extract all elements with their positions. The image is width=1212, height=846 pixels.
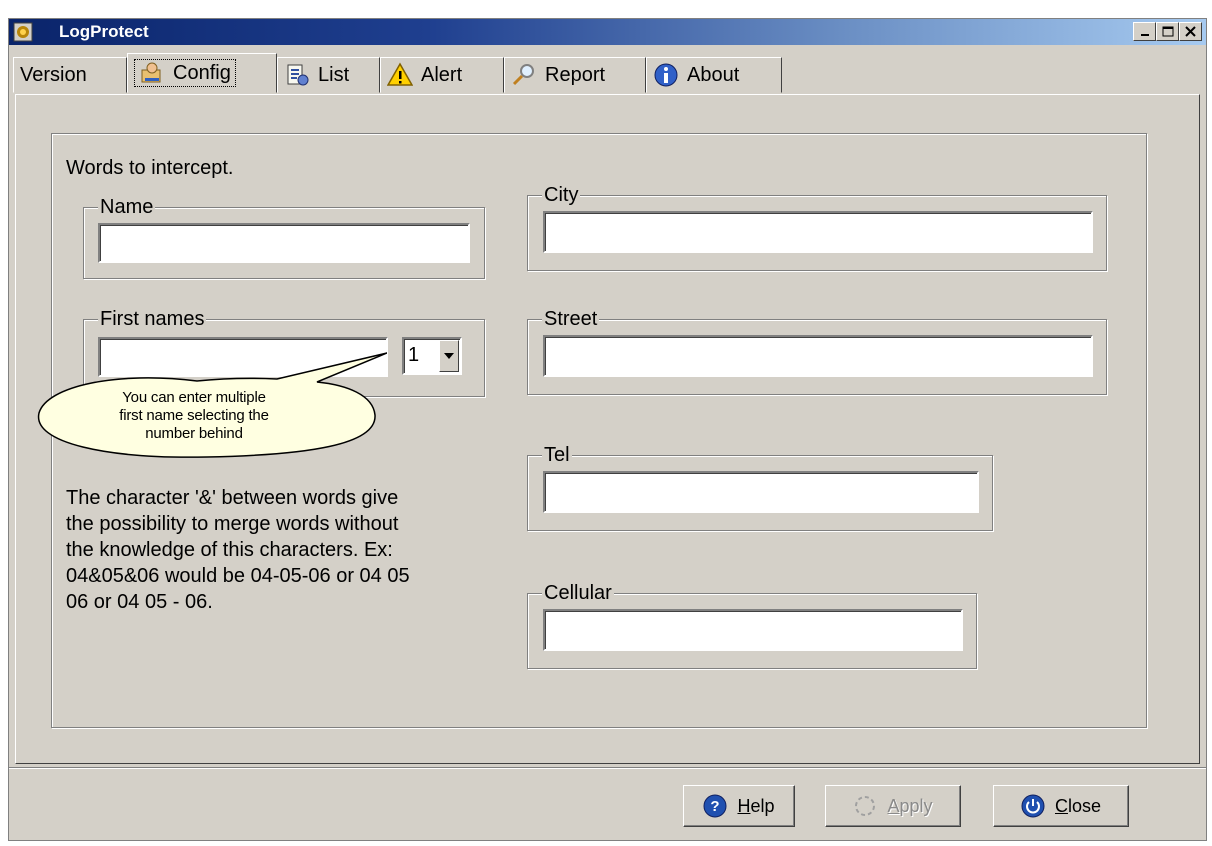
close-window-button[interactable]	[1179, 22, 1202, 41]
tab-label: Alert	[421, 63, 463, 86]
name-input[interactable]	[98, 223, 470, 263]
close-button[interactable]: Close	[993, 785, 1129, 827]
close-button-label: Close	[1054, 795, 1102, 816]
help-line: 06 or 04 05 - 06.	[66, 591, 213, 613]
alert-icon	[387, 62, 413, 86]
tooltip-line: number behind	[145, 425, 243, 442]
info-icon	[654, 63, 678, 87]
cellular-input[interactable]	[543, 609, 963, 651]
title-bar[interactable]: LogProtect	[9, 19, 1206, 45]
tab-label: Report	[545, 63, 606, 86]
cellular-label: Cellular	[542, 582, 614, 604]
street-input[interactable]	[543, 335, 1093, 377]
maximize-button[interactable]	[1156, 22, 1179, 41]
help-button-label: Help	[737, 795, 775, 816]
logprotect-window: LogProtect Version Config List Alert Rep…	[8, 18, 1207, 841]
apply-icon	[855, 796, 876, 816]
first-names-count-select[interactable]: 1	[402, 337, 462, 375]
apply-button-label: Apply	[887, 795, 933, 816]
apply-button[interactable]: Apply	[825, 785, 961, 827]
tab-label: Version	[20, 63, 87, 86]
tab-label: List	[318, 63, 350, 86]
cellular-group: Cellular	[527, 582, 977, 669]
street-label: Street	[542, 308, 600, 330]
tab-list[interactable]: List	[277, 57, 380, 93]
minimize-icon	[1140, 33, 1149, 36]
intro-label: Words to intercept.	[66, 157, 234, 179]
list-icon	[287, 64, 309, 86]
help-line: the knowledge of this characters. Ex:	[66, 539, 393, 561]
search-icon	[512, 64, 534, 86]
tab-report[interactable]: Report	[504, 57, 646, 93]
city-group: City	[527, 184, 1107, 271]
help-text: The character '&' between words give the…	[66, 485, 506, 615]
name-label: Name	[98, 196, 156, 218]
tel-input[interactable]	[543, 471, 979, 513]
maximize-icon	[1162, 26, 1173, 37]
help-line: the possibility to merge words without	[66, 513, 399, 535]
tooltip-line: You can enter multiple	[122, 389, 266, 406]
tab-label: Config	[173, 61, 231, 84]
power-icon	[1021, 794, 1045, 818]
tab-alert[interactable]: Alert	[380, 57, 504, 93]
street-group: Street	[527, 308, 1107, 395]
help-button[interactable]: ? Help	[683, 785, 795, 827]
tab-label: About	[687, 63, 740, 86]
help-line: 04&05&06 would be 04-05-06 or 04 05	[66, 565, 410, 587]
tooltip-line: first name selecting the	[119, 407, 269, 424]
tab-version[interactable]: Version	[13, 57, 127, 93]
tab-config[interactable]: Config	[127, 53, 277, 93]
tooltip-text: You can enter multiple first name select…	[59, 389, 329, 443]
tel-label: Tel	[542, 444, 572, 466]
app-icon	[13, 22, 33, 42]
help-line: The character '&' between words give	[66, 487, 399, 509]
tel-group: Tel	[527, 444, 993, 531]
minimize-button[interactable]	[1133, 22, 1156, 41]
first-names-label: First names	[98, 308, 207, 330]
chevron-down-icon	[444, 353, 454, 359]
svg-text:?: ?	[711, 798, 720, 815]
dropdown-arrow-button[interactable]	[439, 340, 459, 372]
window-title: LogProtect	[59, 22, 149, 41]
city-label: City	[542, 184, 581, 206]
config-icon	[141, 62, 161, 83]
help-icon: ?	[703, 794, 727, 818]
bottom-separator	[9, 767, 1206, 769]
city-input[interactable]	[543, 211, 1093, 253]
name-group: Name	[83, 196, 485, 279]
close-icon	[1185, 26, 1196, 37]
first-names-count-value: 1	[408, 344, 420, 366]
tab-about[interactable]: About	[646, 57, 782, 93]
